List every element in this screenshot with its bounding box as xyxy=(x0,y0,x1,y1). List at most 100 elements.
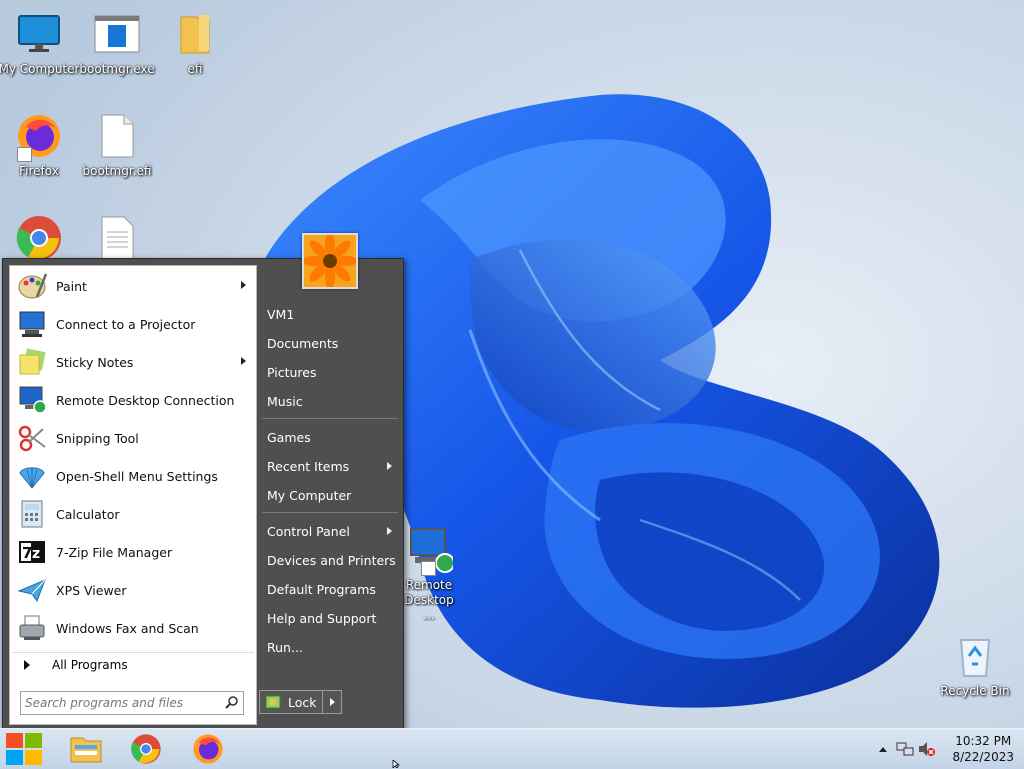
right-item-label: Games xyxy=(267,429,311,445)
menu-item-label: Paint xyxy=(56,278,87,294)
windows-logo-icon xyxy=(6,733,42,765)
clock-date: 8/22/2023 xyxy=(952,750,1014,764)
menu-item-label: Sticky Notes xyxy=(56,354,134,370)
scissors-icon xyxy=(16,422,48,454)
text-file-icon xyxy=(93,214,141,262)
right-item-label: Music xyxy=(267,393,303,409)
volume-muted-icon[interactable] xyxy=(918,741,936,757)
menu-separator xyxy=(262,512,398,513)
menu-item-open-shell-settings[interactable]: Open-Shell Menu Settings xyxy=(12,458,254,494)
7zip-icon: 7z xyxy=(16,536,48,568)
menu-item-snipping-tool[interactable]: Snipping Tool xyxy=(12,420,254,456)
desktop-icon-firefox[interactable]: Firefox xyxy=(0,112,78,179)
all-programs-button[interactable]: All Programs xyxy=(12,652,254,677)
projector-icon xyxy=(16,308,48,340)
menu-item-label: Snipping Tool xyxy=(56,430,139,446)
shell-icon xyxy=(16,460,48,492)
firefox-icon xyxy=(193,734,223,764)
submenu-arrow-icon xyxy=(387,527,392,535)
file-icon xyxy=(93,112,141,160)
right-item-games[interactable]: Games xyxy=(260,424,400,450)
user-picture-flower[interactable] xyxy=(302,233,358,289)
right-item-label: Pictures xyxy=(267,364,317,380)
shortcut-arrow-icon xyxy=(17,147,32,162)
executable-icon xyxy=(93,10,141,58)
paint-icon xyxy=(16,270,48,302)
right-item-run[interactable]: Run... xyxy=(260,634,400,660)
desktop-icon-label: Recycle Bin xyxy=(940,684,1010,698)
desktop-icon-text-file[interactable] xyxy=(78,214,156,262)
calculator-icon xyxy=(16,498,48,530)
menu-item-label: Calculator xyxy=(56,506,120,522)
submenu-arrow-icon xyxy=(241,357,246,365)
right-item-pictures[interactable]: Pictures xyxy=(260,359,400,385)
desktop-icon-recycle-bin[interactable]: Recycle Bin xyxy=(936,632,1014,699)
right-item-label: Documents xyxy=(267,335,339,351)
all-programs-label: All Programs xyxy=(52,658,128,672)
desktop-icon-efi[interactable]: efi xyxy=(156,10,234,77)
right-item-label: VM1 xyxy=(267,306,295,322)
search-icon[interactable] xyxy=(225,696,238,709)
menu-item-calculator[interactable]: Calculator xyxy=(12,496,254,532)
taskbar-app-firefox[interactable] xyxy=(186,731,230,767)
menu-item-remote-desktop[interactable]: Remote Desktop Connection xyxy=(12,382,254,418)
folder-icon xyxy=(171,10,219,58)
right-item-label: Help and Support xyxy=(267,610,377,626)
menu-item-sticky-notes[interactable]: Sticky Notes xyxy=(12,344,254,380)
sticky-notes-icon xyxy=(16,346,48,378)
menu-item-label: Windows Fax and Scan xyxy=(56,620,199,636)
menu-item-connect-projector[interactable]: Connect to a Projector xyxy=(12,306,254,342)
remote-desktop-icon xyxy=(405,526,453,576)
desktop-icon-label: Firefox xyxy=(19,164,59,178)
right-item-default-programs[interactable]: Default Programs xyxy=(260,576,400,602)
start-button[interactable] xyxy=(4,732,44,766)
menu-item-paint[interactable]: Paint xyxy=(12,268,254,304)
desktop-icon-chrome[interactable] xyxy=(0,214,78,262)
lock-icon xyxy=(265,695,281,709)
taskbar-app-file-explorer[interactable] xyxy=(64,731,108,767)
shutdown-options-arrow[interactable] xyxy=(322,690,342,714)
submenu-arrow-icon xyxy=(241,281,246,289)
start-menu: Paint Connect to a Projector Sticky Note… xyxy=(2,233,404,730)
right-item-help-support[interactable]: Help and Support xyxy=(260,605,400,631)
system-tray: 10:32 PM 8/22/2023 xyxy=(874,729,1024,769)
pinned-programs-pane: Paint Connect to a Projector Sticky Note… xyxy=(9,265,257,725)
right-item-music[interactable]: Music xyxy=(260,388,400,414)
menu-item-label: Open-Shell Menu Settings xyxy=(56,468,218,484)
taskbar: 10:32 PM 8/22/2023 xyxy=(0,728,1024,769)
search-input[interactable] xyxy=(21,695,217,711)
desktop-icon-bootmgr-efi[interactable]: bootmgr.efi xyxy=(78,112,156,179)
network-icon[interactable] xyxy=(896,741,914,757)
right-item-label: Default Programs xyxy=(267,581,376,597)
right-item-control-panel[interactable]: Control Panel xyxy=(260,518,400,544)
file-explorer-icon xyxy=(70,737,102,763)
desktop-icon-my-computer[interactable]: My Computer xyxy=(0,10,79,77)
submenu-arrow-icon xyxy=(387,462,392,470)
chrome-icon xyxy=(15,214,63,262)
right-item-recent-items[interactable]: Recent Items xyxy=(260,453,400,479)
monitor-icon xyxy=(15,10,63,58)
menu-item-label: XPS Viewer xyxy=(56,582,127,598)
desktop-icon-label: bootmgr.efi xyxy=(82,164,152,178)
right-item-my-computer[interactable]: My Computer xyxy=(260,482,400,508)
desktop-icon-label: efi xyxy=(187,62,203,76)
right-item-vm1[interactable]: VM1 xyxy=(260,301,400,327)
right-item-label: Control Panel xyxy=(267,523,350,539)
menu-item-7zip[interactable]: 7z 7-Zip File Manager xyxy=(12,534,254,570)
desktop-icon-label: bootmgr.exe xyxy=(79,62,155,76)
taskbar-app-chrome[interactable] xyxy=(124,731,168,767)
right-item-devices-printers[interactable]: Devices and Printers xyxy=(260,547,400,573)
search-box[interactable] xyxy=(20,691,244,715)
remote-desktop-icon xyxy=(16,384,48,416)
right-item-documents[interactable]: Documents xyxy=(260,330,400,356)
clock[interactable]: 10:32 PM 8/22/2023 xyxy=(952,733,1014,765)
show-hidden-icons-icon[interactable] xyxy=(878,745,888,753)
expand-arrow-icon xyxy=(24,660,30,670)
lock-button[interactable]: Lock xyxy=(259,690,323,714)
desktop-icon-bootmgr-exe[interactable]: bootmgr.exe xyxy=(78,10,156,77)
menu-item-xps-viewer[interactable]: XPS Viewer xyxy=(12,572,254,608)
right-item-label: Devices and Printers xyxy=(267,552,396,568)
xps-icon xyxy=(16,574,48,606)
clock-time: 10:32 PM xyxy=(955,734,1012,748)
menu-item-fax-scan[interactable]: Windows Fax and Scan xyxy=(12,610,254,646)
